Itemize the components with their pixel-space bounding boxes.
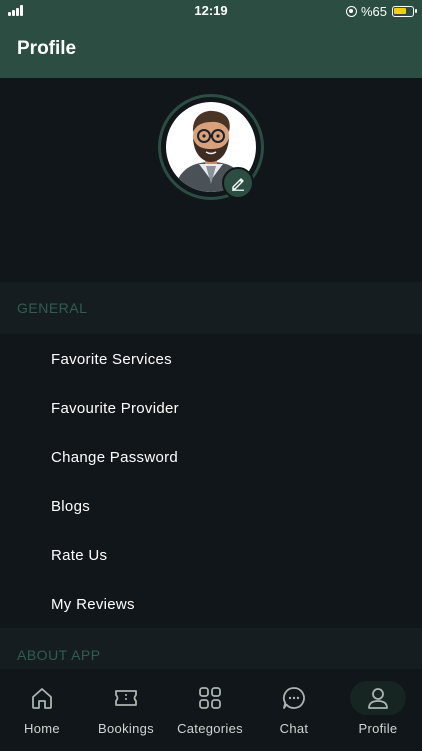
page-title: Profile	[17, 38, 77, 59]
battery-percent: %65	[360, 3, 387, 19]
nav-home-label: Home	[24, 721, 60, 736]
nav-categories[interactable]: Categories	[168, 669, 252, 751]
home-icon	[32, 688, 52, 709]
nav-chat-label: Chat	[279, 721, 309, 736]
pencil-icon	[232, 178, 244, 191]
status-bar: 12:19 %65	[0, 0, 422, 22]
user-icon	[368, 688, 388, 709]
header-bar: 12:19 %65 Profile	[0, 0, 422, 78]
nav-chat[interactable]: Chat	[252, 669, 336, 751]
menu-item-change-password[interactable]: Change Password	[51, 449, 178, 466]
ticket-icon	[115, 690, 137, 706]
bottom-nav: Home Bookings Categories Chat Profile	[0, 668, 422, 751]
nav-bookings[interactable]: Bookings	[84, 669, 168, 751]
menu-item-favorite-services[interactable]: Favorite Services	[51, 351, 172, 368]
status-right: %65	[345, 3, 417, 19]
edit-avatar-button[interactable]	[222, 167, 254, 199]
menu-item-blogs[interactable]: Blogs	[51, 498, 90, 515]
menu-item-favourite-provider[interactable]: Favourite Provider	[51, 400, 179, 417]
chat-icon	[282, 687, 305, 709]
nav-profile-label: Profile	[358, 721, 398, 736]
nav-bookings-label: Bookings	[98, 721, 154, 736]
battery-icon	[392, 5, 417, 17]
nav-profile[interactable]: Profile	[336, 669, 420, 751]
orientation-lock-icon	[345, 5, 357, 17]
section-general-header: GENERAL	[0, 282, 422, 334]
nav-home[interactable]: Home	[0, 669, 84, 751]
grid-icon	[199, 687, 221, 709]
nav-categories-label: Categories	[177, 721, 243, 736]
menu-item-rate-us[interactable]: Rate Us	[51, 547, 107, 564]
menu-item-my-reviews[interactable]: My Reviews	[51, 596, 135, 613]
